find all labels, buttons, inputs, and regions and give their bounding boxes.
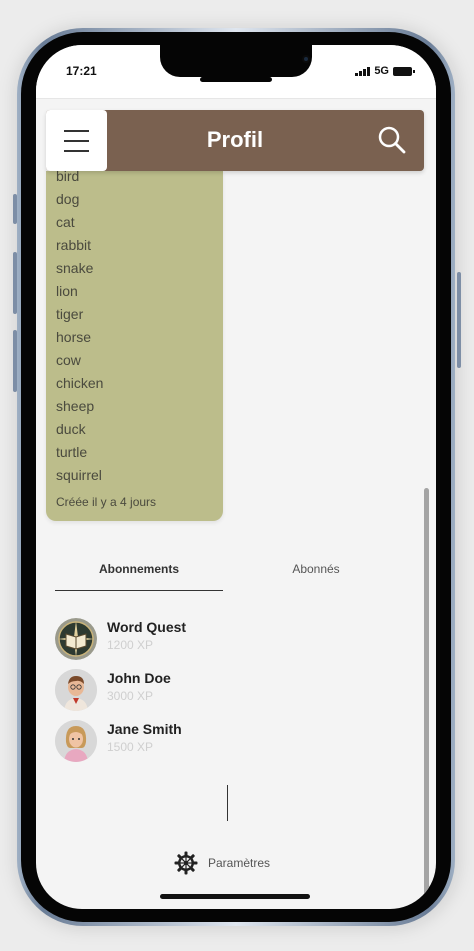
follow-name: John Doe [107, 670, 171, 686]
word-item: cow [56, 352, 81, 368]
follow-xp: 1200 XP [107, 638, 154, 652]
word-item: dog [56, 191, 80, 207]
man-avatar-icon [55, 669, 97, 711]
power-button [457, 272, 461, 368]
avatar [55, 720, 97, 762]
follow-list: Word Quest 1200 XP John Doe 3000 XP Jane… [55, 618, 395, 771]
avatar [55, 669, 97, 711]
network-label: 5G [374, 65, 389, 77]
word-item: snake [56, 260, 94, 276]
word-item: tiger [56, 306, 84, 322]
follow-name: Word Quest [107, 619, 187, 635]
volume-up-button [13, 252, 17, 314]
settings-button[interactable]: Paramètres [174, 851, 270, 875]
scrollbar[interactable] [424, 488, 429, 909]
notch [160, 45, 312, 77]
settings-label: Paramètres [208, 856, 271, 870]
search-icon [378, 126, 406, 154]
battery-icon [393, 66, 415, 76]
word-item: turtle [56, 444, 88, 460]
tab-subscriptions[interactable]: Abonnements [55, 562, 223, 591]
app-screen: 17:21 5G bird dog cat rabbit snake lion … [36, 45, 436, 909]
woman-avatar-icon [55, 720, 97, 762]
word-item: horse [56, 329, 92, 345]
speaker-grille [200, 77, 272, 82]
home-indicator[interactable] [160, 894, 310, 899]
word-item: bird [56, 171, 80, 184]
follow-item-john-doe[interactable]: John Doe 3000 XP [55, 669, 395, 720]
word-item: cat [56, 214, 75, 230]
follow-xp: 3000 XP [107, 689, 154, 703]
word-item: lion [56, 283, 78, 299]
follow-name: Jane Smith [107, 721, 182, 737]
status-indicators: 5G [355, 65, 415, 77]
text-cursor [227, 785, 228, 821]
word-item: duck [56, 421, 86, 437]
page-title: Profil [206, 127, 264, 152]
book-compass-icon [55, 618, 97, 660]
volume-down-button [13, 330, 17, 392]
card-created-date: Créée il y a 4 jours [56, 495, 157, 509]
status-time: 17:21 [66, 64, 97, 78]
gear-icon [174, 851, 198, 875]
app-header: Profil [46, 110, 424, 171]
word-item: rabbit [56, 237, 92, 253]
follow-item-jane-smith[interactable]: Jane Smith 1500 XP [55, 720, 395, 771]
camera-icon [302, 55, 310, 63]
mute-switch [13, 194, 17, 224]
avatar [55, 618, 97, 660]
signal-icon [355, 66, 371, 76]
follow-xp: 1500 XP [107, 740, 154, 754]
tab-subscribers[interactable]: Abonnés [223, 562, 409, 591]
search-button[interactable] [376, 124, 408, 156]
follow-tabs: Abonnements Abonnés [55, 562, 417, 592]
word-list-card[interactable]: bird dog cat rabbit snake lion tiger hor… [46, 171, 223, 521]
word-item: chicken [56, 375, 104, 391]
follow-item-word-quest[interactable]: Word Quest 1200 XP [55, 618, 395, 669]
word-item: squirrel [56, 467, 102, 483]
word-item: sheep [56, 398, 95, 414]
word-list: bird dog cat rabbit snake lion tiger hor… [56, 171, 103, 487]
